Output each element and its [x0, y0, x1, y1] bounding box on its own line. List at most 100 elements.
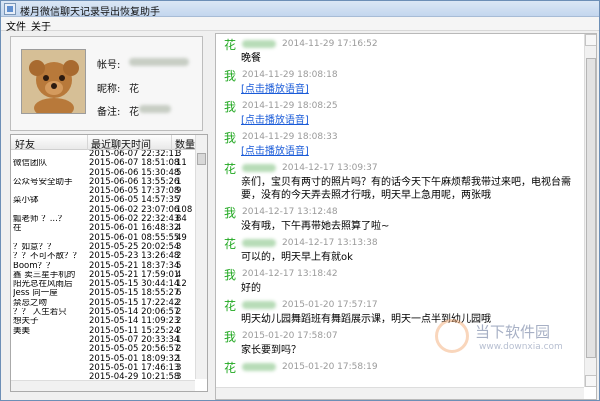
avatar: [21, 49, 86, 114]
chat-vertical-scrollbar[interactable]: [584, 34, 596, 387]
contact-name: ？？不可不散？？: [13, 252, 82, 262]
chat-scroll-thumb[interactable]: [586, 58, 596, 358]
message-body: 亲们，宝贝有两寸的照片吗？有的话今天下午麻烦帮我带过来吧，电视台需要，没有的今天…: [241, 177, 571, 201]
chat-message: 花 2014-12-17 13:09:37 亲们，宝贝有两寸的照片吗？有的话今天下午…: [216, 161, 584, 202]
message-time: 2014-11-29 17:16:52: [282, 39, 378, 49]
contact-list-body: 2015-06-07 22:32:11 3 微信团队 2015-06-07 18:51…: [11, 150, 195, 380]
message-body: 可以的，明天早上有就ok: [241, 252, 353, 263]
message-sender: 我: [224, 329, 237, 344]
contact-name: 公众号安全助手: [13, 177, 73, 187]
message-time: 2014-12-17 13:09:37: [282, 163, 378, 173]
contact-name: ？如意？？: [13, 242, 56, 252]
window-title: 楼月微信聊天记录导出恢复助手: [20, 7, 160, 18]
title-bar: 楼月微信聊天记录导出恢复助手: [1, 1, 599, 18]
contact-list: 好友 最近聊天时间 数量 2015-06-07 22:32:11 3 微信团队 201…: [10, 134, 208, 392]
watermark-logo-icon: [435, 319, 469, 353]
play-voice-link[interactable]: [点击播放语音]: [224, 145, 584, 158]
message-body: 好的: [241, 283, 261, 294]
chat-message: 我 2014-11-29 18:08:18 [点击播放语音]: [216, 68, 584, 96]
scroll-up-arrow-icon[interactable]: [585, 34, 596, 46]
app-window: 楼月微信聊天记录导出恢复助手 文件 关于 帐号: 昵称: 花 备注: 花 好友 …: [0, 0, 600, 401]
contact-name: 微信团队: [13, 159, 48, 169]
message-sender: 我: [224, 267, 237, 282]
message-time: 2015-01-20 17:58:19: [282, 362, 378, 372]
nickname-value: 花: [129, 84, 139, 95]
left-panel: 帐号: 昵称: 花 备注: 花 好友 最近聊天时间 数量 2015-06-07 …: [5, 33, 208, 400]
contact-last-time: 2015-04-29 10:21:58: [89, 372, 180, 380]
menu-file[interactable]: 文件: [6, 18, 26, 33]
contact-name: 在: [13, 224, 22, 234]
message-header: 我 2014-11-29 18:08:33: [224, 130, 584, 145]
bear-avatar-icon: [22, 50, 85, 113]
remark-prefix: 花: [129, 107, 139, 118]
remark-value: [139, 105, 171, 113]
message-sender: 我: [224, 68, 237, 83]
message-sender-redacted: [242, 301, 277, 309]
scroll-down-arrow-icon[interactable]: [585, 375, 596, 387]
watermark-url: www.downxia.com: [479, 342, 563, 352]
message-time: 2014-12-17 13:12:48: [242, 207, 338, 217]
chat-message: 我 2014-12-17 13:12:48 没有哦，下午再带她去照算了啦~: [216, 205, 584, 233]
account-value: [129, 58, 189, 66]
message-time: 2015-01-20 17:57:17: [282, 300, 378, 310]
col-last-chat[interactable]: 最近聊天时间: [91, 136, 151, 151]
message-sender: 花: [224, 236, 237, 251]
left-vertical-scrollbar[interactable]: [195, 135, 207, 379]
contact-name: 菜小钵: [13, 196, 39, 206]
contact-row[interactable]: 2015-04-29 10:21:58 3: [11, 372, 195, 380]
col-count[interactable]: 数量: [175, 136, 195, 151]
account-label: 帐号:: [97, 60, 121, 71]
contact-name: 想夫子: [13, 317, 39, 327]
message-sender: 花: [224, 161, 237, 176]
col-friend[interactable]: 好友: [15, 136, 35, 151]
watermark-brand: 当下软件园: [475, 323, 551, 341]
message-body: 没有哦，下午再带她去照算了啦~: [241, 221, 390, 232]
contact-name: 鑫 卖三星手机的: [13, 270, 76, 280]
message-header: 我 2014-12-17 13:18:42: [224, 267, 584, 282]
contact-name: Boom？？: [13, 261, 55, 271]
message-header: 我 2014-12-17 13:12:48: [224, 205, 584, 220]
contact-name: 瓢老师 ？...？: [13, 215, 67, 225]
message-time: 2014-12-17 13:18:42: [242, 269, 338, 279]
remark-label: 备注:: [97, 107, 121, 118]
contact-name: Jess 同一屋: [13, 289, 58, 299]
message-sender: 花: [224, 37, 237, 52]
chat-message: 花 2014-12-17 13:13:38 可以的，明天早上有就ok: [216, 236, 584, 264]
message-time: 2014-11-29 18:08:33: [242, 132, 338, 142]
message-time: 2014-12-17 13:13:38: [282, 238, 378, 248]
play-voice-link[interactable]: [点击播放语音]: [224, 114, 584, 127]
message-sender: 花: [224, 360, 237, 375]
menu-about[interactable]: 关于: [31, 18, 51, 33]
play-voice-link[interactable]: [点击播放语音]: [224, 83, 584, 96]
chat-message: 我 2014-11-29 18:08:25 [点击播放语音]: [216, 99, 584, 127]
left-scroll-thumb[interactable]: [197, 153, 206, 165]
message-time: 2014-11-29 18:08:25: [242, 101, 338, 111]
message-sender: 我: [224, 205, 237, 220]
menu-bar: 文件 关于: [1, 17, 599, 33]
contact-count: 3: [176, 372, 182, 380]
chat-horizontal-scrollbar[interactable]: [216, 387, 584, 399]
message-header: 花 2015-01-20 17:58:19: [224, 360, 584, 375]
message-sender: 花: [224, 298, 237, 313]
message-body: 晚餐: [241, 53, 261, 64]
contact-name: ？？ 人生若只: [13, 308, 67, 318]
app-icon: [4, 3, 16, 15]
message-header: 花 2014-11-29 17:16:52: [224, 37, 584, 52]
profile-box: 帐号: 昵称: 花 备注: 花: [10, 36, 203, 131]
message-sender: 我: [224, 130, 237, 145]
chat-message: 花 2014-11-29 17:16:52 晚餐: [216, 37, 584, 65]
contact-name: 阳光总在风雨后: [13, 280, 73, 290]
left-horizontal-scrollbar[interactable]: [11, 380, 195, 391]
message-sender: 我: [224, 99, 237, 114]
message-sender-redacted: [242, 239, 277, 247]
chat-message: 我 2014-11-29 18:08:33 [点击播放语音]: [216, 130, 584, 158]
message-sender-redacted: [242, 363, 277, 371]
chat-message: 花 2015-01-20 17:58:19: [216, 360, 584, 375]
message-header: 我 2014-11-29 18:08:18: [224, 68, 584, 83]
message-header: 花 2014-12-17 13:09:37: [224, 161, 584, 176]
message-time: 2014-11-29 18:08:18: [242, 70, 338, 80]
message-time: 2015-01-20 17:58:07: [242, 331, 338, 341]
contact-name: 禁忌之吻: [13, 298, 48, 308]
contact-list-header: 好友 最近聊天时间 数量: [11, 135, 195, 151]
message-header: 我 2014-11-29 18:08:25: [224, 99, 584, 114]
